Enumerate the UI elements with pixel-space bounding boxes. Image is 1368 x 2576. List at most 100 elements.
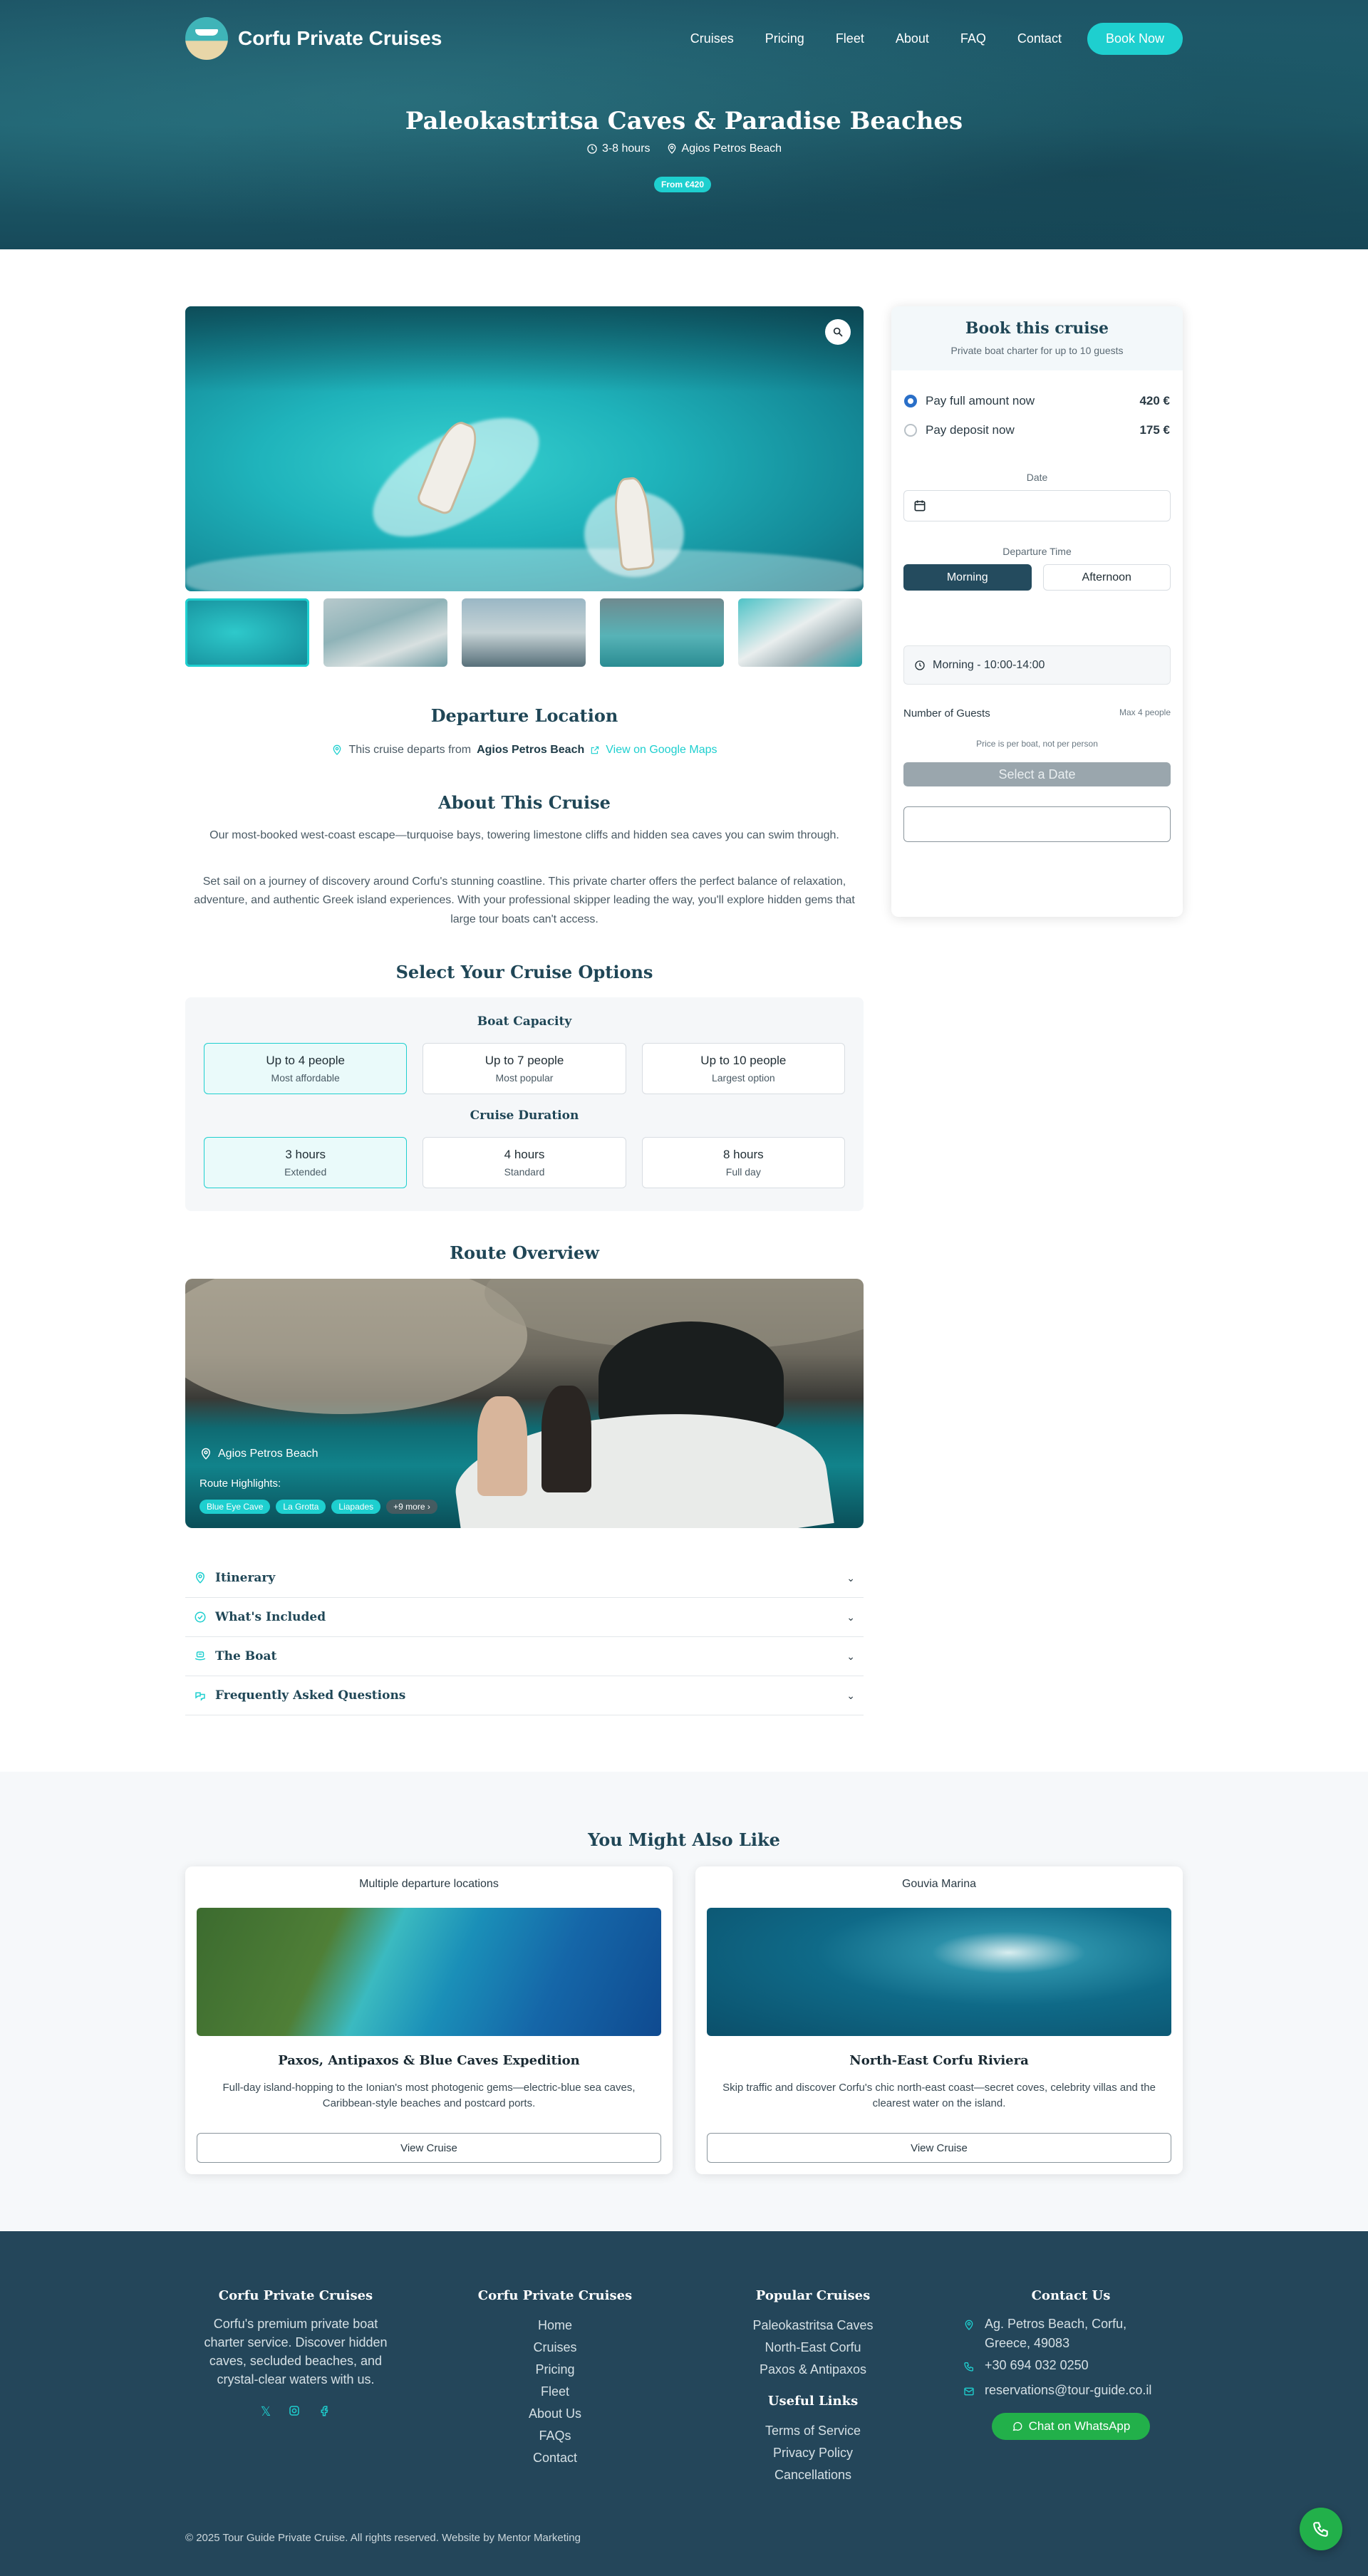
contact-email[interactable]: reservations@tour-guide.co.il	[963, 2381, 1188, 2403]
time-slot[interactable]: Morning - 10:00-14:00	[903, 645, 1171, 685]
footer-popular: Popular Cruises Paleokastritsa Caves Nor…	[695, 2288, 931, 2486]
related-card: Gouvia Marina North-East Corfu Riviera S…	[695, 1866, 1183, 2174]
footer-link[interactable]: North-East Corfu	[695, 2337, 931, 2359]
gallery-thumbnails	[185, 598, 864, 667]
route-overlay: Agios Petros Beach Route Highlights: Blu…	[200, 1448, 437, 1514]
accordion-itinerary[interactable]: Itinerary ⌄	[185, 1559, 864, 1598]
card-title[interactable]: North-East Corfu Riviera	[695, 2053, 1183, 2068]
card-title[interactable]: Paxos, Antipaxos & Blue Caves Expedition	[185, 2053, 673, 2068]
pay-full-option[interactable]: Pay full amount now 420 €	[904, 394, 1170, 408]
pay-deposit-label: Pay deposit now	[926, 423, 1015, 437]
footer-link[interactable]: Cruises	[437, 2337, 673, 2359]
route-title: Route Overview	[450, 1242, 599, 1263]
copyright: © 2025 Tour Guide Private Cruise. All ri…	[185, 2532, 581, 2544]
afternoon-button[interactable]: Afternoon	[1042, 564, 1171, 591]
footer-link[interactable]: Contact	[437, 2447, 673, 2469]
zoom-button[interactable]	[825, 319, 851, 345]
footer: Corfu Private Cruises Corfu's premium pr…	[0, 2231, 1368, 2576]
card-description: Full-day island-hopping to the Ionian's …	[222, 2082, 636, 2109]
nav-link-cruises[interactable]: Cruises	[690, 31, 734, 46]
thumbnail-4[interactable]	[600, 598, 724, 667]
departure-prefix: This cruise departs from	[348, 744, 472, 756]
payment-field[interactable]	[903, 806, 1171, 842]
date-input[interactable]	[903, 490, 1171, 521]
nav-links: Cruises Pricing Fleet About FAQ Contact	[690, 31, 1062, 46]
page-title: Paleokastritsa Caves & Paradise Beaches	[405, 107, 963, 135]
options-title: Select Your Cruise Options	[395, 962, 653, 982]
capacity-title: Boat Capacity	[477, 1014, 572, 1029]
pay-deposit-amount: 175 €	[1139, 423, 1170, 437]
footer-link[interactable]: FAQs	[437, 2425, 673, 2447]
card-image[interactable]	[197, 1908, 661, 2036]
duration-option-4h[interactable]: 4 hours Standard	[423, 1137, 626, 1188]
footer-about: Corfu Private Cruises Corfu's premium pr…	[178, 2288, 413, 2421]
route-tag-more[interactable]: +9 more ›	[386, 1500, 437, 1514]
facebook-icon[interactable]	[318, 2404, 331, 2421]
duration-option-3h[interactable]: 3 hours Extended	[204, 1137, 408, 1188]
accordion-faq[interactable]: Frequently Asked Questions ⌄	[185, 1676, 864, 1715]
gallery-main-image[interactable]	[185, 306, 864, 591]
thumbnail-3[interactable]	[462, 598, 586, 667]
duration-option-8h[interactable]: 8 hours Full day	[641, 1137, 845, 1188]
footer-link[interactable]: Privacy Policy	[695, 2442, 931, 2464]
departure-title: Departure Location	[430, 705, 618, 726]
thumbnail-5[interactable]	[738, 598, 862, 667]
footer-link[interactable]: Pricing	[437, 2359, 673, 2381]
footer-link[interactable]: Cancellations	[695, 2464, 931, 2486]
thumbnail-2[interactable]	[323, 598, 447, 667]
book-now-button[interactable]: Book Now	[1087, 22, 1183, 55]
accordion-boat[interactable]: The Boat ⌄	[185, 1637, 864, 1676]
footer-link[interactable]: Home	[437, 2315, 673, 2337]
guests-label: Number of Guests	[903, 707, 990, 720]
footer-link[interactable]: Paleokastritsa Caves	[695, 2315, 931, 2337]
footer-contact-title: Contact Us	[1031, 2288, 1111, 2303]
select-date-button[interactable]: Select a Date	[903, 762, 1171, 786]
floating-phone-button[interactable]	[1300, 2508, 1342, 2550]
faq-icon	[194, 1688, 208, 1703]
whatsapp-chat-button[interactable]: Chat on WhatsApp	[992, 2413, 1150, 2440]
footer-link[interactable]: Paxos & Antipaxos	[695, 2359, 931, 2381]
logo-icon[interactable]	[185, 17, 228, 60]
footer-link[interactable]: Terms of Service	[695, 2420, 931, 2442]
booking-title: Book this cruise	[965, 319, 1109, 338]
brand-name[interactable]: Corfu Private Cruises	[238, 27, 442, 50]
nav-link-faq[interactable]: FAQ	[960, 31, 986, 46]
view-cruise-button[interactable]: View Cruise	[707, 2133, 1171, 2163]
radio-selected[interactable]	[904, 395, 917, 407]
chevron-down-icon: ⌄	[846, 1650, 855, 1662]
nav-link-about[interactable]: About	[896, 31, 929, 46]
x-twitter-icon[interactable]: 𝕏	[261, 2404, 271, 2421]
google-maps-link[interactable]: View on Google Maps	[606, 741, 717, 759]
instagram-icon[interactable]	[288, 2404, 301, 2421]
card-image[interactable]	[707, 1908, 1171, 2036]
top-nav: Corfu Private Cruises Cruises Pricing Fl…	[185, 16, 1183, 61]
price-badge: From €420	[654, 177, 712, 192]
departure-place: Agios Petros Beach	[477, 744, 585, 756]
contact-address: Ag. Petros Beach, Corfu, Greece, 49083	[963, 2315, 1188, 2353]
route-location: Agios Petros Beach	[218, 1448, 318, 1460]
accordion-included[interactable]: What's Included ⌄	[185, 1598, 864, 1637]
footer-link[interactable]: Fleet	[437, 2381, 673, 2403]
nav-link-pricing[interactable]: Pricing	[765, 31, 804, 46]
option-sub: Most popular	[495, 1072, 554, 1084]
nav-link-fleet[interactable]: Fleet	[836, 31, 864, 46]
search-icon	[833, 327, 843, 337]
thumbnail-1[interactable]	[185, 598, 309, 667]
option-title: 4 hours	[504, 1148, 545, 1161]
capacity-option-10[interactable]: Up to 10 people Largest option	[641, 1043, 845, 1094]
duration-options: 3 hours Extended 4 hours Standard 8 hour…	[204, 1137, 845, 1188]
phone-icon	[963, 2356, 976, 2378]
hero-meta: 3-8 hours Agios Petros Beach	[0, 142, 1368, 155]
capacity-option-7[interactable]: Up to 7 people Most popular	[423, 1043, 626, 1094]
contact-phone[interactable]: +30 694 032 0250	[963, 2356, 1188, 2378]
guests-max: Max 4 people	[1119, 707, 1171, 717]
nav-link-contact[interactable]: Contact	[1017, 31, 1062, 46]
footer-about-title: Corfu Private Cruises	[218, 2288, 373, 2303]
morning-button[interactable]: Morning	[903, 564, 1032, 591]
footer-link[interactable]: About Us	[437, 2403, 673, 2425]
radio-unselected[interactable]	[904, 424, 917, 437]
capacity-option-4[interactable]: Up to 4 people Most affordable	[204, 1043, 408, 1094]
view-cruise-button[interactable]: View Cruise	[197, 2133, 661, 2163]
footer-useful-title: Useful Links	[767, 2394, 859, 2409]
pay-deposit-option[interactable]: Pay deposit now 175 €	[904, 423, 1170, 437]
